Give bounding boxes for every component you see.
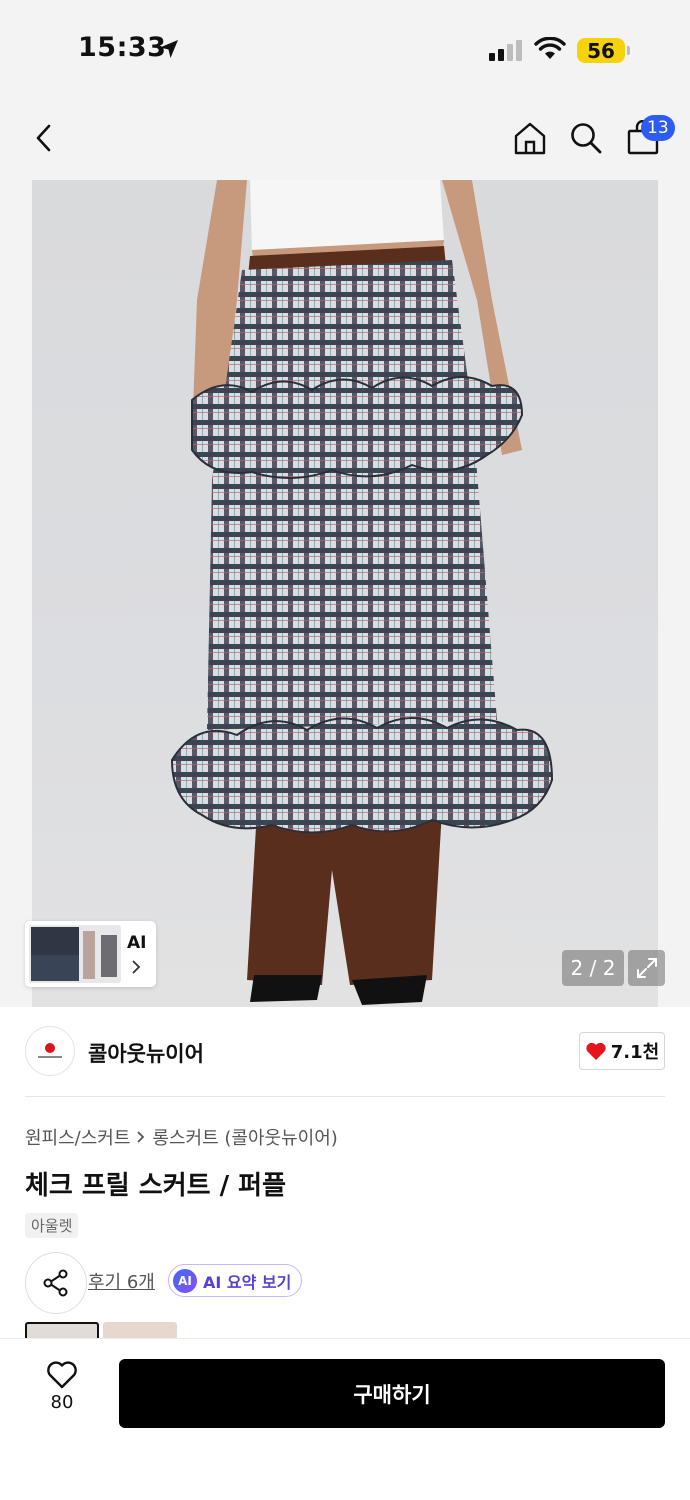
share-icon (43, 1269, 68, 1297)
cart-count-badge: 13 (641, 115, 675, 141)
battery-cap (627, 46, 630, 55)
product-gallery[interactable] (0, 180, 690, 1007)
status-time: 15:33 (78, 32, 167, 63)
heart-filled-icon (586, 1042, 606, 1060)
brand-like-count: 7.1천 (610, 1042, 660, 1063)
brand-logo[interactable] (25, 1026, 75, 1076)
divider (25, 1096, 665, 1097)
ai-badge-icon: AI (173, 1268, 197, 1293)
heart-outline-icon (47, 1361, 77, 1389)
ai-summary-label: AI 요약 보기 (203, 1272, 292, 1292)
search-button[interactable] (566, 117, 606, 159)
ai-similar-thumbnail (29, 925, 121, 983)
review-link[interactable]: 후기 6개 (88, 1268, 155, 1294)
expand-icon (636, 958, 657, 978)
back-chevron-icon (36, 124, 51, 152)
search-icon (571, 123, 602, 154)
product-title: 체크 프릴 스커트 / 퍼플 (25, 1171, 286, 1201)
brand-name[interactable]: 콜아웃뉴이어 (88, 1038, 204, 1068)
buy-button[interactable]: 구매하기 (119, 1359, 665, 1428)
brand-like-button[interactable]: 7.1천 (579, 1032, 665, 1070)
chevron-right-icon (137, 1131, 145, 1143)
ai-similar-card[interactable]: AI (25, 921, 156, 987)
battery-icon: 56 (577, 38, 625, 63)
ai-summary-button[interactable]: AI AI 요약 보기 (168, 1264, 303, 1297)
wifi-icon (534, 37, 566, 59)
home-button[interactable] (509, 117, 551, 159)
brand-logo-mark (38, 1043, 62, 1058)
chevron-right-icon (132, 960, 141, 974)
outlet-tag: 아울렛 (25, 1213, 79, 1238)
fullscreen-button[interactable] (628, 950, 665, 986)
wishlist-button[interactable]: 80 (34, 1360, 90, 1424)
image-page-counter: 2 / 2 (562, 950, 624, 986)
breadcrumb: 원피스/스커트 롱스커트 (콜아웃뉴이어) (25, 1124, 338, 1150)
location-arrow-icon (160, 40, 178, 58)
breadcrumb-category[interactable]: 원피스/스커트 (25, 1124, 130, 1150)
product-photo (32, 180, 658, 1007)
breadcrumb-subcategory[interactable]: 롱스커트 (콜아웃뉴이어) (152, 1124, 337, 1150)
ai-similar-label: AI (127, 933, 147, 953)
skirt-illustration (170, 180, 554, 1005)
back-button[interactable] (24, 118, 64, 158)
wishlist-count: 80 (50, 1392, 74, 1413)
home-icon (514, 122, 546, 155)
share-button[interactable] (25, 1252, 87, 1314)
cellular-signal-icon (489, 40, 522, 61)
